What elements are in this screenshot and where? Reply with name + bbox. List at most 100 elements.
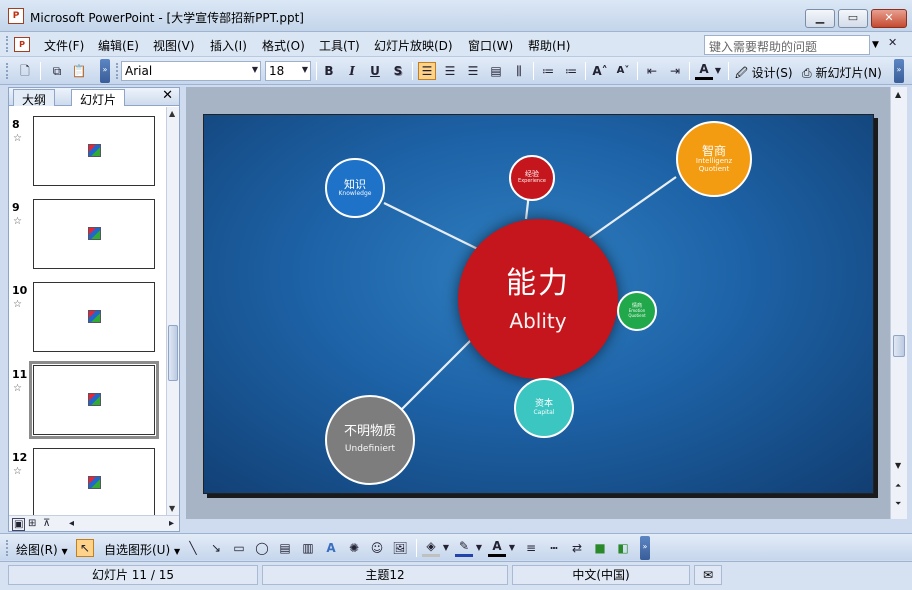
design-button[interactable]: 🖉 设计(S) xyxy=(735,64,793,85)
underline-button[interactable]: U xyxy=(366,62,384,80)
shadow-button[interactable]: S xyxy=(389,62,407,80)
slideshow-view-icon[interactable]: ⊼ xyxy=(43,518,50,529)
line-style-icon[interactable]: ≡ xyxy=(522,539,540,557)
help-search-input[interactable]: 键入需要帮助的问题 xyxy=(704,35,870,55)
columns-icon[interactable]: ⫼ xyxy=(510,62,528,80)
3d-style-icon[interactable]: ◧ xyxy=(614,539,632,557)
autoshapes-button[interactable]: 自选图形(U) ▼ xyxy=(104,541,180,558)
grow-font-icon[interactable]: A˄ xyxy=(591,62,609,80)
bubble-ability-center[interactable]: 能力 Ablity xyxy=(458,219,618,379)
chevron-down-icon[interactable]: ▼ xyxy=(713,62,723,80)
vertical-textbox-icon[interactable]: ▥ xyxy=(299,539,317,557)
slide-sorter-icon[interactable]: ⊞ xyxy=(28,518,36,529)
bubble-knowledge[interactable]: 知识 Knowledge xyxy=(325,158,385,218)
scroll-right-icon[interactable]: ▸ xyxy=(169,518,174,529)
menu-window[interactable]: 窗口(W) xyxy=(468,37,513,54)
italic-button[interactable]: I xyxy=(343,62,361,80)
bubble-experience[interactable]: 经验 Experience xyxy=(509,155,555,201)
arrow-tool-icon[interactable]: ↘ xyxy=(207,539,225,557)
scrollbar-thumb[interactable] xyxy=(893,335,905,357)
bubble-capital[interactable]: 资本 Capital xyxy=(514,378,574,438)
line-color-icon[interactable]: ✎ xyxy=(455,539,473,557)
maximize-button[interactable]: ▭ xyxy=(838,9,868,28)
chevron-down-icon[interactable]: ▼ xyxy=(302,65,308,74)
new-doc-icon[interactable]: 🗋 xyxy=(16,62,34,80)
dash-style-icon[interactable]: ┅ xyxy=(545,539,563,557)
menu-edit[interactable]: 编辑(E) xyxy=(98,37,139,54)
powerpoint-app-icon[interactable]: P xyxy=(8,8,24,24)
next-slide-icon[interactable]: ⏷ xyxy=(895,499,901,509)
shadow-style-icon[interactable]: ■ xyxy=(591,539,609,557)
chevron-down-icon[interactable]: ▼ xyxy=(474,539,484,557)
align-center-icon[interactable]: ☰ xyxy=(441,62,459,80)
clipart-icon[interactable]: ☺ xyxy=(368,539,386,557)
slide-thumbnail[interactable] xyxy=(33,282,155,352)
bubble-undefined[interactable]: 不明物质 Undefiniert xyxy=(325,395,415,485)
chevron-down-icon[interactable]: ▼ xyxy=(507,539,517,557)
toolbar-overflow-icon[interactable]: » xyxy=(100,59,110,83)
document-icon[interactable]: P xyxy=(14,37,30,52)
menu-tools[interactable]: 工具(T) xyxy=(319,37,360,54)
spellcheck-icon[interactable]: ✉ xyxy=(694,565,722,585)
oval-tool-icon[interactable]: ◯ xyxy=(253,539,271,557)
menu-format[interactable]: 格式(O) xyxy=(262,37,305,54)
fill-color-icon[interactable]: ◈ xyxy=(422,539,440,557)
select-pointer-icon[interactable]: ↖ xyxy=(76,539,94,557)
line-tool-icon[interactable]: ╲ xyxy=(184,539,202,557)
minimize-button[interactable]: ▁ xyxy=(805,9,835,28)
slide-thumbnail[interactable] xyxy=(33,199,155,269)
scroll-up-icon[interactable]: ▲ xyxy=(169,109,175,118)
draw-menu-button[interactable]: 绘图(R) ▼ xyxy=(16,541,68,558)
scroll-left-icon[interactable]: ◂ xyxy=(69,518,74,529)
slide-thumbnail[interactable] xyxy=(33,116,155,186)
bullets-icon[interactable]: ≔ xyxy=(562,62,580,80)
chevron-down-icon[interactable]: ▼ xyxy=(252,65,258,74)
toolbar-grip[interactable] xyxy=(6,63,9,79)
diagram-icon[interactable]: ✺ xyxy=(345,539,363,557)
menu-grip[interactable] xyxy=(6,36,9,52)
arrow-style-icon[interactable]: ⇄ xyxy=(568,539,586,557)
help-dropdown-icon[interactable]: ▼ xyxy=(872,40,879,50)
menu-view[interactable]: 视图(V) xyxy=(153,37,195,54)
insert-picture-icon[interactable]: 🖼 xyxy=(391,539,409,557)
current-slide[interactable]: 知识 Knowledge 经验 Experience 智商 Intelligen… xyxy=(203,114,874,494)
normal-view-icon[interactable]: ▣ xyxy=(12,518,26,531)
toolbar-overflow-icon[interactable]: » xyxy=(894,59,904,83)
font-name-select[interactable]: Arial ▼ xyxy=(121,61,261,81)
doc-close-icon[interactable]: ✕ xyxy=(888,36,897,49)
close-button[interactable]: ✕ xyxy=(871,9,907,28)
tab-slides[interactable]: 幻灯片 xyxy=(71,89,126,107)
toolbar-overflow-icon[interactable]: » xyxy=(640,536,650,560)
wordart-icon[interactable]: A xyxy=(322,539,340,557)
scroll-down-icon[interactable]: ▼ xyxy=(895,461,901,470)
previous-slide-icon[interactable]: ⏶ xyxy=(895,481,901,491)
increase-indent-icon[interactable]: ⇥ xyxy=(666,62,684,80)
tab-outline[interactable]: 大纲 xyxy=(13,89,56,107)
scroll-up-icon[interactable]: ▲ xyxy=(895,90,901,99)
chevron-down-icon[interactable]: ▼ xyxy=(441,539,451,557)
scrollbar-thumb[interactable] xyxy=(168,325,178,381)
thumbnails-scrollbar[interactable]: ▲ ▼ xyxy=(166,107,179,515)
slide-editing-area[interactable]: 知识 Knowledge 经验 Experience 智商 Intelligen… xyxy=(186,87,890,519)
bubble-iq[interactable]: 智商 Intelligenz Quotient xyxy=(676,121,752,197)
textbox-tool-icon[interactable]: ▤ xyxy=(276,539,294,557)
font-size-select[interactable]: 18 ▼ xyxy=(265,61,311,81)
align-left-icon[interactable]: ☰ xyxy=(418,62,436,80)
toolbar-grip[interactable] xyxy=(6,540,9,556)
shrink-font-icon[interactable]: A˅ xyxy=(614,62,632,80)
bubble-eq[interactable]: 情商 Emotion Quotient xyxy=(617,291,657,331)
menu-insert[interactable]: 插入(I) xyxy=(210,37,247,54)
numbering-icon[interactable]: ≔ xyxy=(539,62,557,80)
distribute-icon[interactable]: ▤ xyxy=(487,62,505,80)
menu-file[interactable]: 文件(F) xyxy=(44,37,84,54)
rectangle-tool-icon[interactable]: ▭ xyxy=(230,539,248,557)
scroll-down-icon[interactable]: ▼ xyxy=(169,504,175,513)
slide-thumbnail-selected[interactable] xyxy=(29,361,159,439)
font-color-button[interactable]: A xyxy=(695,62,713,80)
decrease-indent-icon[interactable]: ⇤ xyxy=(643,62,661,80)
slide-thumbnail[interactable] xyxy=(33,448,155,515)
new-slide-button[interactable]: ⎙ 新幻灯片(N) xyxy=(802,64,882,81)
thumbnail-list[interactable]: 8 ☆ 9 ☆ 10 ☆ 11 ☆ 12 ☆ xyxy=(9,107,167,515)
slide-scrollbar[interactable]: ▲ ▼ ⏶ ⏷ xyxy=(890,87,907,519)
font-color-icon[interactable]: A xyxy=(488,539,506,557)
